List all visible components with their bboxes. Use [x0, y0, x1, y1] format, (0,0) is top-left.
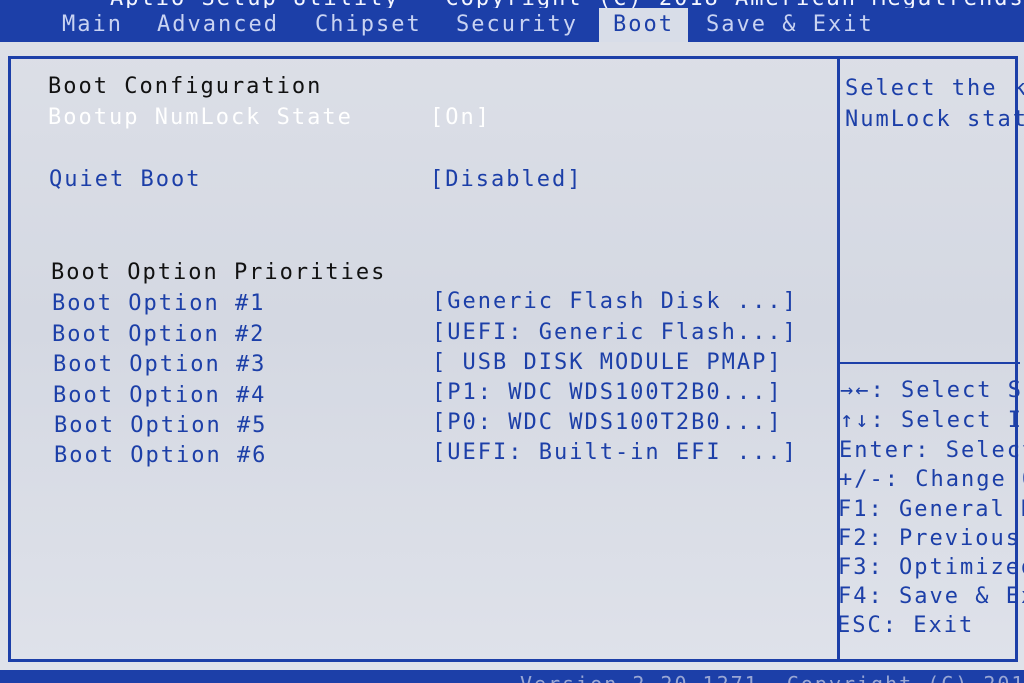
- boot-option-5-value[interactable]: [P0: WDC WDS100T2B0...]: [432, 410, 783, 436]
- key-hint-f4: F4: Save & Ex: [838, 584, 1024, 609]
- boot-priorities-heading: Boot Option Priorities: [51, 260, 387, 285]
- setup-panel: Boot Configuration Bootup NumLock State …: [0, 42, 1024, 670]
- boot-option-4-value[interactable]: [P1: WDC WDS100T2B0...]: [432, 380, 783, 406]
- footer-bar: Version 2.20.1271. Copyright (C) 2018 Am…: [0, 670, 1024, 683]
- boot-configuration-heading: Boot Configuration: [48, 74, 323, 99]
- key-hint-f2: F2: Previous: [838, 526, 1021, 551]
- boot-option-3-value[interactable]: [ USB DISK MODULE PMAP]: [432, 350, 783, 376]
- key-hint-esc: ESC: Exit: [837, 613, 975, 638]
- tab-chipset[interactable]: Chipset: [315, 8, 422, 42]
- key-hint-change: +/-: Change O: [839, 467, 1024, 492]
- keys-divider: [840, 362, 1020, 364]
- help-text-line-2: NumLock stat: [845, 107, 1024, 132]
- numlock-label[interactable]: Bootup NumLock State: [48, 105, 353, 131]
- boot-option-1-label[interactable]: Boot Option #1: [52, 291, 265, 317]
- boot-option-3-label[interactable]: Boot Option #3: [53, 352, 266, 378]
- key-hint-select-screen: →←: Select Sc: [840, 378, 1024, 403]
- boot-option-4-label[interactable]: Boot Option #4: [53, 383, 266, 409]
- help-text-line-1: Select the k: [845, 76, 1024, 101]
- tab-main[interactable]: Main: [62, 8, 123, 42]
- boot-option-5-label[interactable]: Boot Option #5: [54, 413, 267, 439]
- boot-option-1-value[interactable]: [Generic Flash Disk ...]: [432, 289, 798, 315]
- boot-option-6-value[interactable]: [UEFI: Built-in EFI ...]: [432, 440, 798, 466]
- quiet-boot-value[interactable]: [Disabled]: [430, 167, 582, 193]
- key-hint-enter: Enter: Select: [839, 438, 1024, 463]
- boot-option-6-label[interactable]: Boot Option #6: [54, 443, 267, 469]
- numlock-value[interactable]: [On]: [430, 105, 491, 131]
- tab-advanced[interactable]: Advanced: [157, 8, 279, 42]
- boot-option-2-label[interactable]: Boot Option #2: [52, 322, 265, 348]
- tab-security[interactable]: Security: [456, 8, 578, 42]
- key-hint-f1: F1: General H: [838, 497, 1024, 522]
- quiet-boot-label[interactable]: Quiet Boot: [49, 167, 201, 193]
- tab-boot[interactable]: Boot: [599, 8, 688, 42]
- menu-bar: Main Advanced Chipset Security Boot Save…: [0, 8, 1024, 42]
- tab-save-exit[interactable]: Save & Exit: [706, 8, 874, 42]
- boot-option-2-value[interactable]: [UEFI: Generic Flash...]: [432, 320, 798, 346]
- footer-text: Version 2.20.1271. Copyright (C) 2018 Am…: [520, 672, 1024, 683]
- key-hint-f3: F3: Optimized: [838, 555, 1024, 580]
- key-hint-select-item: ↑↓: Select It: [840, 408, 1024, 433]
